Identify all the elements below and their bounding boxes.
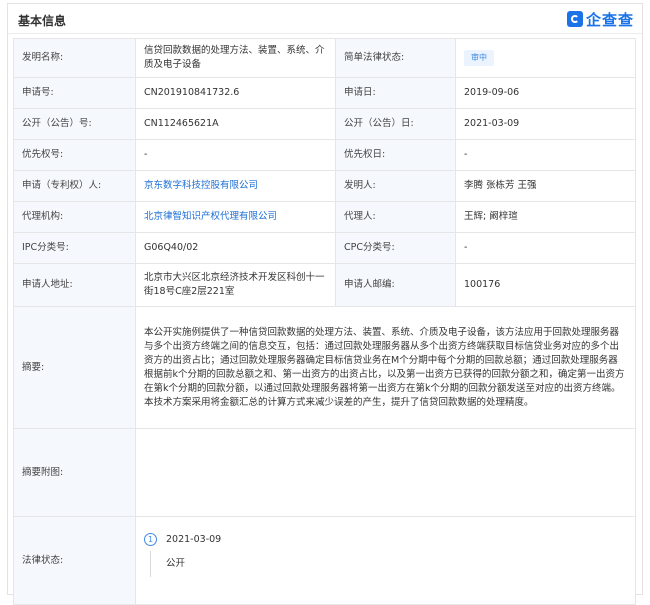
application-date-value: 2019-09-06 [455, 77, 636, 109]
applicant-address-label: 申请人地址: [13, 263, 136, 307]
table-row: 申请号: CN201910841732.6 申请日: 2019-09-06 [13, 77, 636, 109]
agent-value: 王辉; 阚梓瑄 [455, 201, 636, 233]
table-row: 代理机构: 北京律智知识产权代理有限公司 代理人: 王辉; 阚梓瑄 [13, 201, 636, 233]
agency-label: 代理机构: [13, 201, 136, 233]
agent-label: 代理人: [335, 201, 456, 233]
ipc-label: IPC分类号: [13, 232, 136, 264]
agency-cell: 北京律智知识产权代理有限公司 [135, 201, 336, 233]
publication-number-value: CN112465621A [135, 108, 336, 140]
table-row: 发明名称: 信贷回款数据的处理方法、装置、系统、介质及电子设备 简单法律状态: … [13, 38, 636, 78]
table-row: IPC分类号: G06Q40/02 CPC分类号: - [13, 232, 636, 264]
publication-date-label: 公开（公告）日: [335, 108, 456, 140]
section-title: 基本信息 [18, 14, 67, 28]
timeline-date: 2021-03-09 [166, 533, 222, 545]
applicant-label: 申请（专利权）人: [13, 170, 136, 202]
application-number-value: CN201910841732.6 [135, 77, 336, 109]
applicant-link[interactable]: 京东数字科技控股有限公司 [144, 180, 258, 191]
publication-date-value: 2021-03-09 [455, 108, 636, 140]
cpc-value: - [455, 232, 636, 264]
panel-header: 基本信息 企查查 [8, 4, 642, 34]
legal-status-simple-label: 简单法律状态: [335, 38, 456, 78]
priority-date-label: 优先权日: [335, 139, 456, 171]
priority-date-value: - [455, 139, 636, 171]
legal-timeline-item: 1 2021-03-09 公开 [144, 531, 627, 591]
logo-text: 企查查 [585, 10, 634, 29]
table-row: 公开（公告）号: CN112465621A 公开（公告）日: 2021-03-0… [13, 108, 636, 140]
table-row: 摘要: 本公开实施例提供了一种信贷回款数据的处理方法、装置、系统、介质及电子设备… [13, 306, 636, 429]
timeline-connector [150, 550, 151, 577]
invention-name-label: 发明名称: [13, 38, 136, 78]
timeline-status: 公开 [166, 557, 186, 569]
patent-info-table: 发明名称: 信贷回款数据的处理方法、装置、系统、介质及电子设备 简单法律状态: … [13, 38, 636, 605]
priority-number-value: - [135, 139, 336, 171]
application-number-label: 申请号: [13, 77, 136, 109]
abstract-figure-area [135, 428, 636, 517]
inventor-value: 李腾 张栋芳 王强 [455, 170, 636, 202]
table-row: 法律状态: 1 2021-03-09 公开 [13, 516, 636, 605]
applicant-postcode-value: 100176 [455, 263, 636, 307]
table-row: 摘要附图: [13, 428, 636, 517]
abstract-figure-label: 摘要附图: [13, 428, 136, 517]
abstract-text: 本公开实施例提供了一种信贷回款数据的处理方法、装置、系统、介质及电子设备，该方法… [135, 306, 636, 429]
inventor-label: 发明人: [335, 170, 456, 202]
brand-logo[interactable]: 企查查 [566, 9, 634, 29]
legal-status-label: 法律状态: [13, 516, 136, 605]
table-row: 申请人地址: 北京市大兴区北京经济技术开发区科创十一街18号C座2层221室 申… [13, 263, 636, 307]
cpc-label: CPC分类号: [335, 232, 456, 264]
status-badge: 审中 [464, 50, 494, 66]
applicant-address-value: 北京市大兴区北京经济技术开发区科创十一街18号C座2层221室 [135, 263, 336, 307]
ipc-value: G06Q40/02 [135, 232, 336, 264]
applicant-cell: 京东数字科技控股有限公司 [135, 170, 336, 202]
agency-link[interactable]: 北京律智知识产权代理有限公司 [144, 211, 277, 222]
invention-name-value: 信贷回款数据的处理方法、装置、系统、介质及电子设备 [135, 38, 336, 78]
publication-number-label: 公开（公告）号: [13, 108, 136, 140]
table-row: 申请（专利权）人: 京东数字科技控股有限公司 发明人: 李腾 张栋芳 王强 [13, 170, 636, 202]
qichacha-logo-icon [566, 11, 583, 27]
legal-status-timeline: 1 2021-03-09 公开 [135, 516, 636, 605]
abstract-label: 摘要: [13, 306, 136, 429]
priority-number-label: 优先权号: [13, 139, 136, 171]
applicant-postcode-label: 申请人邮编: [335, 263, 456, 307]
application-date-label: 申请日: [335, 77, 456, 109]
timeline-step-marker: 1 [144, 532, 157, 546]
table-row: 优先权号: - 优先权日: - [13, 139, 636, 171]
legal-status-simple-cell: 审中 [455, 38, 636, 78]
